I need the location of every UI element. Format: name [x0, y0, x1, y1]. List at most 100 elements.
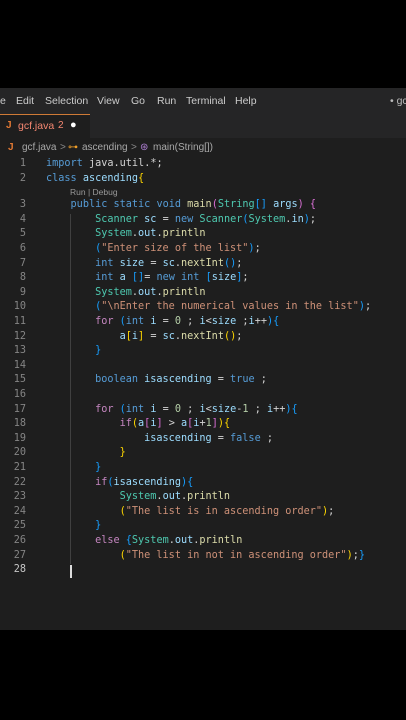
java-file-icon: J	[8, 142, 14, 153]
breadcrumb-method[interactable]: main(String[])	[153, 142, 213, 153]
menu-help[interactable]: Help	[235, 95, 257, 107]
breadcrumb-class[interactable]: ascending	[82, 142, 128, 153]
code-line[interactable]: 17 for (int i = 0 ; i<size-1 ; i++){	[0, 404, 406, 419]
menu-selection[interactable]: Selection	[45, 95, 88, 107]
menu-terminal[interactable]: Terminal	[186, 95, 226, 107]
code-text: a[i] = sc.nextInt();	[119, 330, 243, 342]
line-number: 13	[13, 345, 26, 357]
code-line[interactable]: 7 int size = sc.nextInt();	[0, 258, 406, 273]
code-line[interactable]: 3 public static void main(String[] args)…	[0, 199, 406, 214]
code-line[interactable]: 23 System.out.println	[0, 491, 406, 506]
code-text: else {System.out.println	[95, 535, 243, 546]
code-line[interactable]: 21 }	[0, 462, 406, 477]
code-line[interactable]: 20 }	[0, 447, 406, 462]
code-text: ("The list in not in ascending order");}	[119, 549, 365, 561]
menu-edit[interactable]: Edit	[16, 95, 34, 107]
code-line[interactable]: 13 }	[0, 345, 406, 360]
code-text: import java.util.*;	[46, 158, 163, 169]
code-line[interactable]: 6 ("Enter size of the list");	[0, 243, 406, 258]
problem-count-badge: 2	[58, 120, 64, 131]
window-title-indicator: • gc	[390, 95, 406, 107]
menu-run[interactable]: Run	[157, 95, 176, 107]
tab-filename: gcf.java	[18, 120, 55, 132]
line-number: 12	[13, 330, 26, 342]
unsaved-dot-icon[interactable]: ●	[70, 119, 77, 131]
line-number: 18	[13, 418, 26, 430]
code-text: if(isascending){	[95, 476, 194, 488]
line-number: 14	[13, 359, 26, 371]
code-line[interactable]: 28	[0, 564, 406, 579]
line-number: 3	[19, 199, 26, 211]
code-text: int a []= new int [size];	[95, 272, 249, 284]
code-text: ("The list is in ascending order");	[119, 505, 335, 517]
method-icon: ⊛	[140, 142, 149, 153]
line-number: 1	[19, 158, 26, 169]
code-text: }	[119, 447, 126, 459]
line-number: 11	[13, 316, 26, 327]
line-number: 9	[19, 286, 26, 298]
line-number: 24	[13, 505, 26, 517]
tab-gcf-java[interactable]: J gcf.java 2 ●	[0, 114, 90, 138]
tab-bar: J gcf.java 2 ●	[0, 114, 406, 138]
code-text: }	[95, 345, 102, 357]
code-text: if(a[i] > a[i+1]){	[119, 418, 231, 430]
code-line[interactable]: 2 class ascending{	[0, 173, 406, 188]
code-line[interactable]: 8 int a []= new int [size];	[0, 272, 406, 287]
line-number: 23	[13, 491, 26, 503]
code-text: int size = sc.nextInt();	[95, 257, 243, 269]
chevron-right-icon: >	[60, 142, 66, 153]
line-number: 5	[19, 228, 26, 240]
code-line[interactable]: 5 System.out.println	[0, 228, 406, 243]
line-number: 26	[13, 535, 26, 546]
code-text: System.out.println	[119, 491, 231, 503]
code-line[interactable]: 26 else {System.out.println	[0, 535, 406, 550]
line-number: 15	[13, 374, 26, 386]
code-text: ("\nEnter the numerical values in the li…	[95, 301, 372, 313]
line-number: 10	[13, 301, 26, 313]
code-line[interactable]: 24 ("The list is in ascending order");	[0, 506, 406, 521]
line-number: 6	[19, 243, 26, 254]
code-line[interactable]: 27 ("The list in not in ascending order"…	[0, 550, 406, 565]
code-line[interactable]: 9 System.out.println	[0, 287, 406, 302]
code-text: for (int i = 0 ; i<size-1 ; i++){	[95, 403, 298, 415]
vscode-window: e Edit Selection View Go Run Terminal He…	[0, 88, 406, 630]
line-number: 22	[13, 476, 26, 488]
code-text: isascending = false ;	[144, 432, 273, 444]
menu-file[interactable]: e	[0, 95, 6, 107]
line-number: 27	[13, 549, 26, 561]
line-number: 25	[13, 520, 26, 532]
code-text: Scanner sc = new Scanner(System.in);	[95, 213, 316, 225]
line-number: 19	[13, 432, 26, 444]
line-number: 20	[13, 447, 26, 459]
menu-view[interactable]: View	[97, 95, 120, 107]
java-file-icon: J	[6, 120, 12, 131]
code-line[interactable]: 15 boolean isascending = true ;	[0, 374, 406, 389]
menu-go[interactable]: Go	[131, 95, 145, 107]
codelens-run-debug[interactable]: Run | Debug	[70, 187, 118, 199]
line-number: 8	[19, 272, 26, 284]
code-text: public static void main(String[] args) {	[70, 199, 317, 211]
line-number: 16	[13, 389, 26, 400]
code-line[interactable]: 22 if(isascending){	[0, 477, 406, 492]
code-line[interactable]: 19 isascending = false ;	[0, 433, 406, 448]
indent-guide	[70, 213, 71, 565]
code-line[interactable]: 4 Scanner sc = new Scanner(System.in);	[0, 214, 406, 229]
code-line[interactable]: 14	[0, 360, 406, 375]
code-line[interactable]: 16	[0, 389, 406, 404]
code-text: boolean isascending = true ;	[95, 374, 267, 386]
code-line[interactable]: 12 a[i] = sc.nextInt();	[0, 331, 406, 346]
line-number: 2	[19, 172, 26, 184]
code-line[interactable]: 11 for (int i = 0 ; i<size ;i++){	[0, 316, 406, 331]
class-icon: ⊶	[68, 142, 78, 153]
breadcrumb-file[interactable]: gcf.java	[22, 142, 56, 153]
code-text: for (int i = 0 ; i<size ;i++){	[95, 316, 280, 327]
line-number: 21	[13, 462, 26, 473]
line-number: 28	[13, 564, 26, 576]
code-text: ("Enter size of the list");	[95, 243, 261, 254]
code-line[interactable]: 18 if(a[i] > a[i+1]){	[0, 418, 406, 433]
line-number: 7	[19, 257, 26, 269]
text-cursor	[70, 565, 72, 579]
code-line[interactable]: 25 }	[0, 520, 406, 535]
code-line[interactable]: 10 ("\nEnter the numerical values in the…	[0, 301, 406, 316]
code-line[interactable]: 1 import java.util.*;	[0, 158, 406, 173]
